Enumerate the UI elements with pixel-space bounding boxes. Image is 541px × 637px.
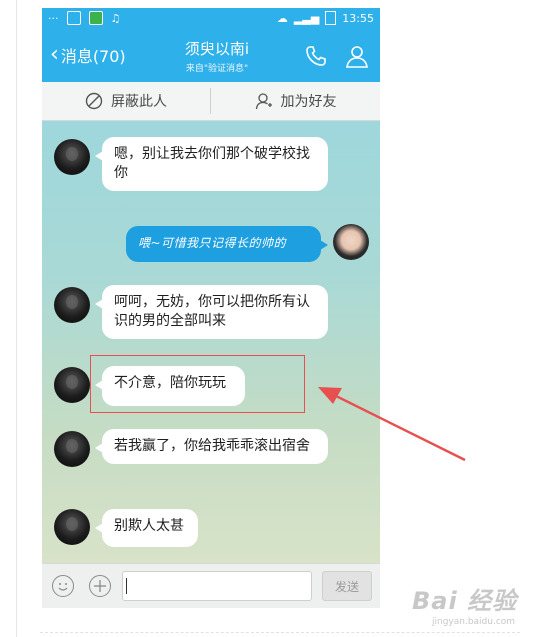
action-bar: 屏蔽此人 加为好友	[42, 82, 380, 121]
send-button[interactable]: 发送	[322, 571, 372, 601]
message-bubble[interactable]: 嗯，别让我去你们那个破学校找你	[95, 137, 328, 191]
contact-avatar[interactable]	[54, 509, 90, 545]
contact-name: 须臾以南i	[184, 40, 250, 58]
message-bubble[interactable]: 若我赢了，你给我乖乖滚出宿舍	[95, 429, 328, 464]
add-friend-button[interactable]: 加为好友	[211, 82, 380, 120]
block-user-button[interactable]: 屏蔽此人	[42, 82, 210, 120]
highlight-box	[90, 355, 305, 413]
contact-avatar[interactable]	[54, 139, 90, 175]
status-dots: ···	[48, 11, 59, 25]
block-icon	[85, 92, 103, 110]
own-message-bubble[interactable]: 喂~可惜我只记得长的帅的	[126, 226, 328, 262]
contact-title: 须臾以南i 来自"验证消息"	[162, 38, 272, 74]
bottom-divider	[40, 632, 520, 633]
phone-screenshot: ··· ♫ ☁ ▂▃▅ 13:55 ‹ 消息(70) 须臾以南i 来自"验证消息…	[42, 8, 380, 608]
contact-avatar[interactable]	[54, 287, 90, 323]
message-bubble[interactable]: 呵呵，无妨，你可以把你所有认识的男的全部叫来	[95, 285, 328, 339]
camera-icon	[66, 11, 81, 25]
battery-icon	[325, 11, 337, 25]
own-avatar[interactable]	[333, 224, 369, 260]
text-caret	[126, 578, 127, 594]
status-bar: ··· ♫ ☁ ▂▃▅ 13:55	[42, 8, 380, 30]
add-friend-label: 加为好友	[280, 94, 337, 110]
app-notification-icon	[88, 11, 103, 25]
input-bar: 发送	[42, 563, 380, 608]
chat-area[interactable]: 嗯，别让我去你们那个破学校找你 喂~可惜我只记得长的帅的 呵呵，无妨，你可以把你…	[42, 121, 380, 563]
cloud-icon: ☁	[276, 11, 288, 25]
status-time: 13:55	[342, 11, 374, 25]
contact-avatar[interactable]	[54, 367, 90, 403]
signal-icon: ▂▃▅	[293, 11, 320, 25]
back-label: 消息(70)	[60, 47, 126, 66]
left-divider	[16, 0, 17, 637]
watermark-url: jingyan.baidu.com	[432, 617, 516, 627]
watermark-main: Bai 经验	[412, 587, 518, 615]
plus-icon[interactable]	[89, 575, 111, 597]
contact-avatar[interactable]	[54, 431, 90, 467]
message-input[interactable]	[122, 571, 312, 601]
phone-call-icon[interactable]	[304, 44, 328, 68]
annotation-arrow-icon	[318, 387, 466, 462]
add-friend-icon	[255, 93, 272, 110]
block-user-label: 屏蔽此人	[111, 94, 167, 110]
contact-source: 来自"验证消息"	[185, 64, 249, 74]
message-bubble[interactable]: 别欺人太甚	[95, 509, 198, 547]
emoji-icon[interactable]	[52, 575, 74, 597]
profile-icon[interactable]	[344, 43, 370, 69]
back-button[interactable]: ‹ 消息(70)	[50, 43, 126, 67]
chat-header: ‹ 消息(70) 须臾以南i 来自"验证消息"	[42, 30, 380, 82]
watermark: Bai 经验 jingyan.baidu.com	[412, 573, 532, 629]
chevron-left-icon: ‹	[50, 42, 59, 67]
headphones-icon: ♫	[110, 11, 121, 25]
